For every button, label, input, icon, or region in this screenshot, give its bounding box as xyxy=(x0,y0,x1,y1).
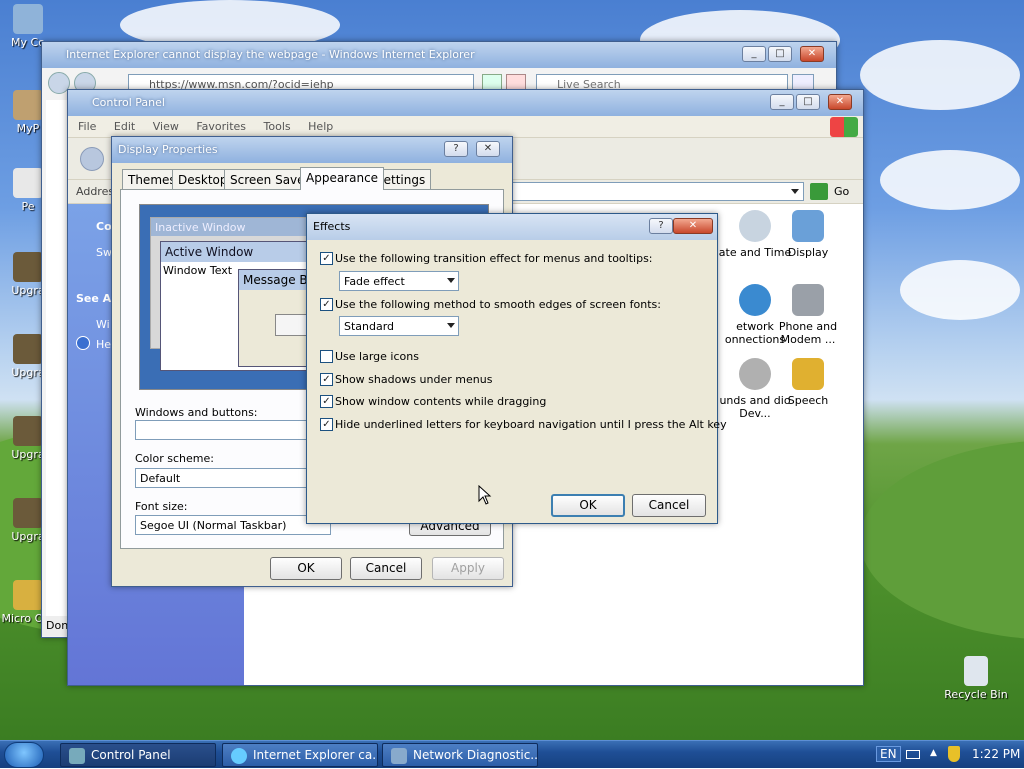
menu-shadows-checkbox[interactable]: ✓ xyxy=(320,373,333,386)
help-link[interactable]: He xyxy=(96,338,111,351)
cp-item-phone-modem[interactable]: Phone and Modem ... xyxy=(763,284,853,346)
smooth-edges-select[interactable]: Standard xyxy=(339,316,459,336)
cp-item-display[interactable]: Display xyxy=(763,210,853,259)
cp-address-label: Addres xyxy=(76,185,115,198)
smooth-edges-checkbox[interactable]: ✓ xyxy=(320,298,333,311)
dp-apply-button[interactable]: Apply xyxy=(432,557,504,580)
upgrade-icon xyxy=(13,416,43,446)
hide-underline-label: Hide underlined letters for keyboard nav… xyxy=(335,418,727,431)
cp-item-speech[interactable]: Speech xyxy=(763,358,853,407)
help-icon xyxy=(76,336,90,350)
transition-effect-checkbox[interactable]: ✓ xyxy=(320,252,333,265)
menu-view[interactable]: View xyxy=(153,120,179,133)
recycle-bin-icon xyxy=(964,656,988,686)
switch-view-link[interactable]: Sw xyxy=(96,246,112,259)
network-diagnostic-icon xyxy=(391,748,407,764)
windows-logo-icon xyxy=(830,117,858,137)
go-arrow-icon[interactable] xyxy=(810,183,828,200)
cp-menu-bar: File Edit View Favorites Tools Help xyxy=(68,116,863,138)
mouse-cursor-icon xyxy=(478,485,492,505)
chevron-down-icon xyxy=(447,278,455,283)
cp-address-input[interactable] xyxy=(508,182,804,201)
effects-close-button[interactable]: ✕ xyxy=(673,218,713,234)
dp-ok-button[interactable]: OK xyxy=(270,557,342,580)
font-size-select[interactable]: Segoe UI (Normal Taskbar) xyxy=(135,515,331,535)
desktop-icon-recycle-bin[interactable]: Recycle Bin xyxy=(944,656,1008,701)
computer-icon xyxy=(13,4,43,34)
cp-minimize-button[interactable]: _ xyxy=(770,94,794,110)
outlook-icon xyxy=(13,580,43,610)
go-button[interactable]: Go xyxy=(834,185,849,198)
phone-icon xyxy=(792,284,824,316)
large-icons-checkbox[interactable] xyxy=(320,350,333,363)
ie-maximize-button[interactable]: □ xyxy=(768,46,792,62)
ie-title: Internet Explorer cannot display the web… xyxy=(66,48,475,61)
effects-help-button[interactable]: ? xyxy=(649,218,673,234)
menu-favorites[interactable]: Favorites xyxy=(196,120,246,133)
menu-shadows-label: Show shadows under menus xyxy=(335,373,493,386)
windows-buttons-select[interactable] xyxy=(135,420,331,440)
system-tray: EN ▲ 1:22 PM xyxy=(864,741,1024,769)
color-scheme-label: Color scheme: xyxy=(135,452,214,465)
menu-edit[interactable]: Edit xyxy=(114,120,135,133)
taskbar-item-internet-explorer[interactable]: Internet Explorer ca... xyxy=(222,743,378,767)
cp-back-button[interactable] xyxy=(80,147,104,171)
taskbar-item-network-diagnostic[interactable]: Network Diagnostic... xyxy=(382,743,538,767)
menu-file[interactable]: File xyxy=(78,120,96,133)
effects-ok-button[interactable]: OK xyxy=(551,494,625,517)
menu-tools[interactable]: Tools xyxy=(264,120,291,133)
taskbar: Control Panel Internet Explorer ca... Ne… xyxy=(0,740,1024,768)
drag-contents-label: Show window contents while dragging xyxy=(335,395,547,408)
ie-title-bar: Internet Explorer cannot display the web… xyxy=(42,42,836,68)
clock[interactable]: 1:22 PM xyxy=(972,747,1020,761)
internet-explorer-icon xyxy=(231,748,247,764)
display-icon xyxy=(792,210,824,242)
menu-help[interactable]: Help xyxy=(308,120,333,133)
dp-help-button[interactable]: ? xyxy=(444,141,468,157)
chevron-up-icon[interactable]: ▲ xyxy=(930,748,937,758)
taskbar-item-control-panel[interactable]: Control Panel xyxy=(60,743,216,767)
language-indicator[interactable]: EN xyxy=(876,746,901,762)
drag-contents-checkbox[interactable]: ✓ xyxy=(320,395,333,408)
hide-underline-checkbox[interactable]: ✓ xyxy=(320,418,333,431)
dp-close-button[interactable]: ✕ xyxy=(476,141,500,157)
font-size-label: Font size: xyxy=(135,500,188,513)
upgrade-icon xyxy=(13,334,43,364)
speech-icon xyxy=(792,358,824,390)
chevron-down-icon xyxy=(447,323,455,328)
control-panel-icon xyxy=(69,748,85,764)
large-icons-label: Use large icons xyxy=(335,350,419,363)
tab-appearance[interactable]: Appearance xyxy=(300,167,385,190)
effects-cancel-button[interactable]: Cancel xyxy=(632,494,706,517)
effects-title: Effects xyxy=(313,220,351,233)
cp-close-button[interactable]: ✕ xyxy=(828,94,852,110)
start-button[interactable] xyxy=(4,742,44,768)
transition-effect-label: Use the following transition effect for … xyxy=(335,252,653,265)
ie-close-button[interactable]: ✕ xyxy=(800,46,824,62)
windows-update-link[interactable]: Wi xyxy=(96,318,110,331)
upgrade-icon xyxy=(13,252,43,282)
windows-buttons-label: Windows and buttons: xyxy=(135,406,258,419)
shortcut-icon xyxy=(13,90,43,120)
control-panel-title-bar: Control Panel xyxy=(68,90,863,116)
keyboard-icon[interactable] xyxy=(906,750,920,759)
ie-minimize-button[interactable]: _ xyxy=(742,46,766,62)
desktop: My Co MyP Pe Upgra Upgra Upgra Upgra Mic… xyxy=(0,0,1024,740)
color-scheme-select[interactable]: Default xyxy=(135,468,331,488)
cp-maximize-button[interactable]: □ xyxy=(796,94,820,110)
smooth-edges-label: Use the following method to smooth edges… xyxy=(335,298,661,311)
transition-effect-select[interactable]: Fade effect xyxy=(339,271,459,291)
document-icon xyxy=(13,168,43,198)
dp-cancel-button[interactable]: Cancel xyxy=(350,557,422,580)
security-shield-icon[interactable] xyxy=(948,746,960,762)
upgrade-icon xyxy=(13,498,43,528)
effects-dialog: Effects ? ✕ ✓ Use the following transiti… xyxy=(306,213,727,524)
